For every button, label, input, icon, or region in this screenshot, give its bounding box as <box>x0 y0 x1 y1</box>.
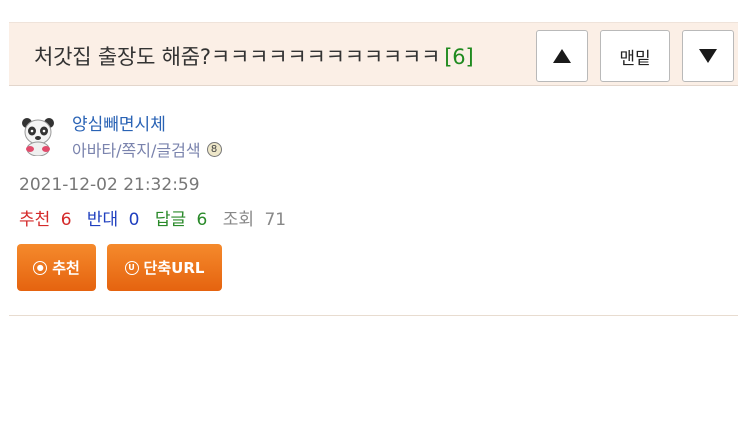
recommend-circle-icon: ● <box>33 260 48 275</box>
view-stat-value: 71 <box>264 210 287 230</box>
reply-stat-value: 6 <box>196 210 208 230</box>
level-badge-icon: 8 <box>206 141 222 157</box>
recommend-stat: 추천 6 <box>19 210 77 230</box>
oppose-stat-value: 0 <box>128 210 140 230</box>
section-divider <box>9 315 738 316</box>
reply-stat: 답글 6 <box>155 210 213 230</box>
post-stats: 추천 6 반대 0 답글 6 조회 71 <box>19 205 296 230</box>
scroll-down-button[interactable] <box>682 30 734 82</box>
go-bottom-button[interactable]: 맨밑 <box>600 30 670 82</box>
panda-avatar-icon[interactable] <box>21 116 55 157</box>
author-nickname[interactable]: 양심빼면시체 <box>72 110 166 135</box>
reply-stat-label: 답글 <box>154 210 187 230</box>
reply-count[interactable]: [6] <box>444 45 473 69</box>
recommend-button-label: 추천 <box>52 259 80 277</box>
short-url-button-label: 단축URL <box>143 259 205 277</box>
post-timestamp: 2021-12-02 21:32:59 <box>19 175 200 195</box>
scroll-up-button[interactable] <box>536 30 588 82</box>
post-title-bar: 처갓집 출장도 해줌?ㅋㅋㅋㅋㅋㅋㅋㅋㅋㅋㅋㅋ [6] 맨밑 <box>9 22 738 86</box>
triangle-up-icon <box>553 49 571 63</box>
post-view-page: 처갓집 출장도 해줌?ㅋㅋㅋㅋㅋㅋㅋㅋㅋㅋㅋㅋ [6] 맨밑 양심빼면시체 아바타… <box>0 0 738 424</box>
triangle-down-icon <box>699 49 717 63</box>
recommend-button[interactable]: ● 추천 <box>17 244 96 291</box>
post-title-text: 처갓집 출장도 해줌?ㅋㅋㅋㅋㅋㅋㅋㅋㅋㅋㅋㅋ <box>34 45 441 69</box>
recommend-stat-label: 추천 <box>19 210 51 230</box>
author-links: 아바타/쪽지/글검색 8 <box>72 137 222 161</box>
author-links-text[interactable]: 아바타/쪽지/글검색 <box>72 137 201 161</box>
url-circle-icon: U <box>124 260 139 275</box>
oppose-stat: 반대 0 <box>87 210 145 230</box>
recommend-stat-value: 6 <box>60 210 72 230</box>
short-url-button[interactable]: U 단축URL <box>107 244 222 291</box>
view-stat: 조회 71 <box>223 210 291 230</box>
oppose-stat-label: 반대 <box>86 210 119 230</box>
post-title: 처갓집 출장도 해줌?ㅋㅋㅋㅋㅋㅋㅋㅋㅋㅋㅋㅋ [6] <box>34 41 474 71</box>
view-stat-label: 조회 <box>222 210 255 230</box>
